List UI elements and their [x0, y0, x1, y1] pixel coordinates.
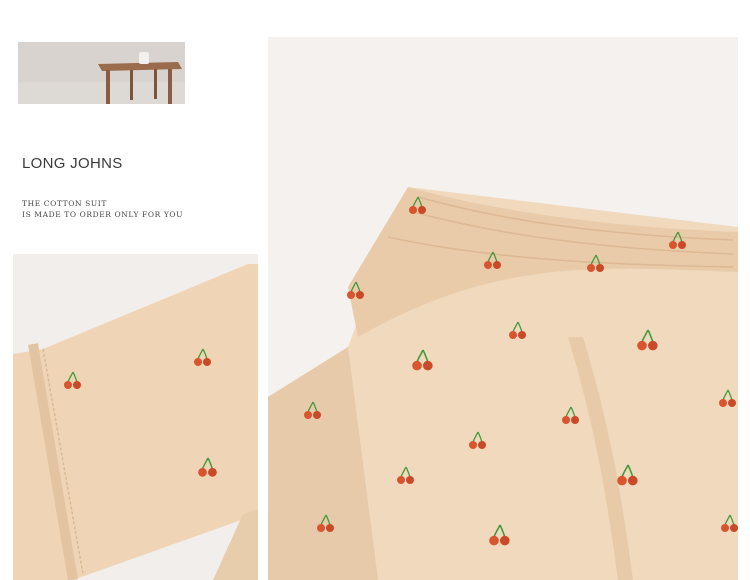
tagline-line-2: IS MADE TO ORDER ONLY FOR YOU — [22, 210, 184, 219]
tagline-line-1: THE COTTON SUIT — [22, 199, 107, 208]
product-title: LONG JOHNS — [22, 155, 123, 172]
sleeve-detail-image — [13, 254, 258, 580]
product-tagline: THE COTTON SUIT IS MADE TO ORDER ONLY FO… — [22, 198, 183, 220]
stool-thumbnail-image — [18, 42, 185, 104]
pants-detail-image — [268, 37, 738, 580]
